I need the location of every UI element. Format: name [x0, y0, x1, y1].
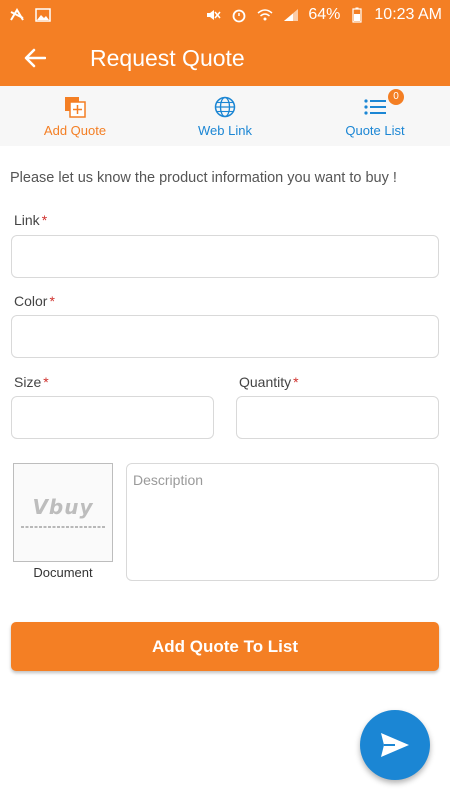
status-time: 10:23 AM [374, 6, 442, 23]
link-label-text: Link [14, 212, 40, 228]
battery-icon [348, 6, 366, 24]
list-icon: 0 [364, 88, 404, 119]
signal-icon [282, 6, 300, 24]
size-label: Size * [14, 374, 49, 390]
intro-text: Please let us know the product informati… [10, 170, 397, 186]
tab-quote-list-label: Quote List [345, 122, 405, 138]
arrow-back-icon [24, 48, 46, 68]
required-mark: * [43, 374, 49, 390]
tab-web-link[interactable]: Web Link [150, 86, 300, 146]
network-icon [8, 6, 26, 24]
quantity-input[interactable] [237, 397, 438, 438]
wifi-icon [256, 6, 274, 24]
tab-add-quote[interactable]: Add Quote [0, 86, 150, 146]
quote-count-badge: 0 [388, 88, 404, 105]
app-bar: Request Quote [0, 30, 450, 86]
document-label: Document [33, 565, 93, 580]
status-left [8, 6, 52, 24]
size-label-text: Size [14, 374, 42, 390]
battery-percent: 64% [308, 6, 341, 23]
color-label: Color * [14, 293, 55, 309]
link-label: Link * [14, 212, 47, 228]
send-fab-button[interactable] [360, 710, 430, 780]
mute-icon [204, 6, 222, 24]
status-bar: 64% 10:23 AM [0, 0, 450, 30]
color-field[interactable] [11, 315, 439, 358]
add-quote-icon [64, 95, 86, 119]
tab-bar: Add Quote Web Link 0 Quote List [0, 86, 450, 146]
required-mark: * [49, 293, 55, 309]
back-button[interactable] [0, 30, 70, 86]
document-image-picker[interactable]: Vbuy [13, 463, 113, 562]
quantity-label: Quantity * [239, 374, 299, 390]
color-input[interactable] [12, 316, 438, 357]
required-mark: * [293, 374, 299, 390]
logo-tagline-decoration [21, 525, 105, 531]
size-field[interactable] [11, 396, 214, 439]
image-icon [34, 6, 52, 24]
quantity-field[interactable] [236, 396, 439, 439]
link-input[interactable] [12, 236, 438, 277]
tab-quote-list[interactable]: 0 Quote List [300, 86, 450, 146]
tab-add-quote-label: Add Quote [43, 122, 107, 138]
tab-web-link-label: Web Link [198, 122, 252, 138]
quantity-label-text: Quantity [239, 374, 292, 390]
required-mark: * [41, 212, 48, 228]
page-title: Request Quote [90, 44, 245, 71]
status-right: 64% 10:23 AM [204, 6, 442, 24]
description-field[interactable] [126, 463, 439, 581]
alarm-icon [230, 6, 248, 24]
vbuy-logo: Vbuy [32, 494, 94, 519]
description-input[interactable] [127, 464, 438, 580]
globe-icon [214, 95, 236, 119]
send-icon [381, 733, 409, 757]
link-field[interactable] [11, 235, 439, 278]
size-input[interactable] [12, 397, 213, 438]
color-label-text: Color [14, 293, 48, 309]
add-quote-to-list-button[interactable]: Add Quote To List [11, 622, 439, 671]
